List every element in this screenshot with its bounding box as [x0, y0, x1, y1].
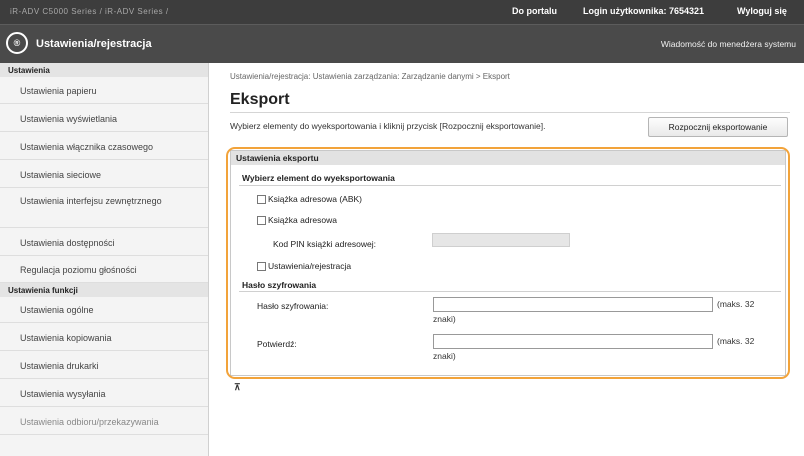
sidebar-item-general[interactable]: Ustawienia ogólne: [0, 297, 208, 323]
header-title: Ustawienia/rejestracja: [36, 38, 152, 50]
select-item-title: Wybierz element do wyeksportowania: [242, 173, 395, 183]
pin-label: Kod PIN książki adresowej:: [273, 239, 376, 249]
start-export-button[interactable]: Rozpocznij eksportowanie: [648, 117, 788, 137]
top-bar: iR-ADV C5000 Series / iR-ADV Series / Do…: [0, 0, 804, 24]
header-bar: ® Ustawienia/rejestracja Wiadomość do me…: [0, 24, 804, 63]
checkbox-row-abk[interactable]: Książka adresowa (ABK): [257, 194, 362, 204]
address-book-pin-input: [432, 233, 570, 247]
checkbox-row-settings[interactable]: Ustawienia/rejestracja: [257, 261, 351, 271]
message-to-admin-link[interactable]: Wiadomość do menedżera systemu: [661, 39, 796, 49]
sidebar-item-label: Regulacja poziomu głośności: [20, 265, 137, 275]
section-divider: [239, 185, 781, 186]
sidebar-item-accessibility[interactable]: Ustawienia dostępności: [0, 228, 208, 256]
sidebar-item-label: Ustawienia dostępności: [20, 238, 115, 248]
sidebar-item-printer[interactable]: Ustawienia drukarki: [0, 351, 208, 379]
sidebar-item-label: Ustawienia wysyłania: [20, 389, 106, 399]
encryption-password-title: Hasło szyfrowania: [242, 280, 317, 290]
sidebar-item-label: Ustawienia kopiowania: [20, 333, 112, 343]
sidebar: Ustawienia Ustawienia papieru Ustawienia…: [0, 63, 209, 456]
sidebar-item-send[interactable]: Ustawienia wysyłania: [0, 379, 208, 407]
sidebar-item-label: Ustawienia drukarki: [20, 361, 99, 371]
sidebar-item-label: Ustawienia odbioru/przekazywania: [20, 417, 159, 427]
encryption-password-input[interactable]: [433, 297, 713, 312]
settings-logo-icon: ®: [6, 32, 28, 54]
confirm-hint: (maks. 32: [717, 336, 755, 346]
sidebar-item-label: Ustawienia włącznika czasowego: [20, 142, 154, 152]
sidebar-item-receive-forward[interactable]: Ustawienia odbioru/przekazywania: [0, 407, 208, 435]
checkbox-row-address-book[interactable]: Książka adresowa: [257, 215, 337, 225]
password-hint: (maks. 32: [717, 299, 755, 309]
model-name: iR-ADV C5000 Series / iR-ADV Series /: [10, 7, 169, 16]
logout-link[interactable]: Wyloguj się: [737, 6, 787, 16]
address-book-checkbox[interactable]: [257, 215, 266, 225]
sidebar-item-timer[interactable]: Ustawienia włącznika czasowego: [0, 132, 208, 160]
password-label: Hasło szyfrowania:: [257, 301, 329, 311]
back-to-top-icon[interactable]: ⊼: [234, 382, 241, 393]
address-book-abk-checkbox[interactable]: [257, 194, 266, 204]
confirm-password-input[interactable]: [433, 334, 713, 349]
export-settings-title: Ustawienia eksportu: [231, 151, 785, 165]
sidebar-item-label: Ustawienia papieru: [20, 86, 97, 96]
page-title: Eksport: [230, 91, 290, 108]
sidebar-item-network[interactable]: Ustawienia sieciowe: [0, 160, 208, 188]
page-description: Wybierz elementy do wyeksportowania i kl…: [230, 121, 546, 131]
password-hint-tail: znaki): [433, 314, 456, 324]
sidebar-item-display[interactable]: Ustawienia wyświetlania: [0, 104, 208, 132]
sidebar-item-label: Ustawienia wyświetlania: [20, 114, 118, 124]
sidebar-section-functions: Ustawienia funkcji: [0, 283, 208, 297]
sidebar-section-settings: Ustawienia: [0, 63, 208, 77]
portal-link[interactable]: Do portalu: [512, 6, 557, 16]
checkbox-label: Książka adresowa (ABK): [268, 194, 363, 204]
section-divider: [239, 291, 781, 292]
settings-registration-checkbox[interactable]: [257, 261, 266, 271]
sidebar-item-label: Ustawienia ogólne: [20, 305, 94, 315]
sidebar-item-external-interface[interactable]: Ustawienia interfejsu zewnętrznego: [0, 188, 208, 228]
confirm-label: Potwierdź:: [257, 339, 297, 349]
sidebar-item-paper[interactable]: Ustawienia papieru: [0, 77, 208, 104]
title-divider: [230, 112, 790, 113]
sidebar-item-volume[interactable]: Regulacja poziomu głośności: [0, 256, 208, 283]
sidebar-item-copy[interactable]: Ustawienia kopiowania: [0, 323, 208, 351]
confirm-hint-tail: znaki): [433, 351, 456, 361]
sidebar-item-label: Ustawienia sieciowe: [20, 170, 102, 180]
export-settings-panel: Ustawienia eksportu Wybierz element do w…: [230, 150, 786, 376]
sidebar-item-label: Ustawienia interfejsu zewnętrznego: [20, 196, 162, 206]
breadcrumb: Ustawienia/rejestracja: Ustawienia zarzą…: [230, 72, 510, 81]
checkbox-label: Książka adresowa: [268, 215, 337, 225]
login-user-text: Login użytkownika: 7654321: [583, 6, 705, 16]
checkbox-label: Ustawienia/rejestracja: [268, 261, 352, 271]
